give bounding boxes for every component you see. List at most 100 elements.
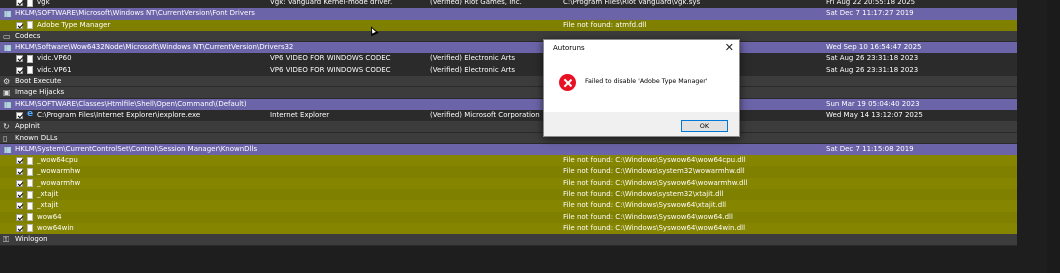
entry-description: Internet Explorer bbox=[270, 110, 330, 119]
enabled-checkbox[interactable] bbox=[16, 213, 23, 221]
category-label: Boot Execute bbox=[15, 77, 62, 86]
entry-description: VP6 VIDEO FOR WINDOWS CODEC bbox=[270, 54, 391, 63]
autorun-entry-row[interactable]: _wowarmhw File not found: C:\Windows\Sysw… bbox=[0, 177, 1017, 190]
enabled-checkbox[interactable] bbox=[16, 66, 23, 74]
autorun-entry-row[interactable]: wow64win File not found: C:\Windows\Syswo… bbox=[0, 222, 1017, 235]
file-icon bbox=[27, 156, 33, 165]
entry-name: _xtajit bbox=[37, 190, 59, 199]
autorun-entry-row[interactable]: _wow64cpu File not found: C:\Windows\Sysw… bbox=[0, 155, 1017, 167]
timestamp: Sat Aug 26 23:31:18 2023 bbox=[826, 54, 919, 63]
autorun-entry-row[interactable]: e C:\Program Files\Internet Explorer\iexp… bbox=[0, 109, 1017, 122]
autoruns-list: vgk Vgk: Vanguard Kernel-mode driver. (Ver… bbox=[0, 0, 1017, 246]
registry-key-icon: ▦ bbox=[4, 144, 12, 154]
enabled-checkbox[interactable] bbox=[16, 0, 23, 6]
file-icon bbox=[27, 190, 33, 199]
close-icon[interactable]: ✕ bbox=[725, 42, 734, 54]
category-label: AppInit bbox=[15, 122, 40, 131]
ok-button[interactable]: OK bbox=[681, 120, 728, 132]
entry-image-path: File not found: C:\Windows\system32\wowa… bbox=[563, 167, 745, 176]
registry-key-icon: ▦ bbox=[4, 9, 12, 19]
timestamp: Sat Dec 7 11:17:27 2019 bbox=[826, 9, 914, 18]
entry-name: wow64win bbox=[37, 223, 74, 232]
category-label: Known DLLs bbox=[15, 133, 58, 142]
autorun-entry-row[interactable]: _wowarmhw File not found: C:\Windows\syst… bbox=[0, 166, 1017, 178]
enabled-checkbox[interactable] bbox=[16, 179, 23, 187]
entry-name: vgk bbox=[37, 0, 50, 6]
error-dialog: Autoruns ✕ Failed to disable 'Adobe Type… bbox=[543, 39, 740, 137]
registry-key-path: HKLM\SOFTWARE\Microsoft\Windows NT\Curre… bbox=[15, 9, 255, 18]
registry-key-path: HKLM\Software\Wow6432Node\Microsoft\Wind… bbox=[15, 43, 294, 52]
entry-image-path: File not found: C:\Windows\Syswow64\xtaj… bbox=[563, 201, 727, 210]
file-icon bbox=[27, 179, 33, 188]
category-row[interactable]: ▭ Codecs bbox=[0, 30, 1017, 43]
entry-name: _wowarmhw bbox=[37, 178, 81, 187]
dialog-body: Failed to disable 'Adobe Type Manager' bbox=[544, 58, 739, 112]
file-icon bbox=[27, 0, 33, 7]
entry-description: VP6 VIDEO FOR WINDOWS CODEC bbox=[270, 65, 391, 74]
entry-description: Vgk: Vanguard Kernel-mode driver. bbox=[270, 0, 393, 6]
dialog-titlebar: Autoruns ✕ bbox=[544, 40, 739, 58]
category-row[interactable]: ▣ Image Hijacks bbox=[0, 87, 1017, 99]
image-hijacks-icon: ▣ bbox=[3, 88, 11, 98]
registry-key-row[interactable]: ▦ HKLM\System\CurrentControlSet\Control\S… bbox=[0, 143, 1017, 156]
autorun-entry-row[interactable]: _xtajit File not found: C:\Windows\system… bbox=[0, 189, 1017, 201]
autorun-entry-row[interactable]: wow64 File not found: C:\Windows\Syswow64… bbox=[0, 211, 1017, 223]
autorun-entry-row[interactable]: vidc.VP61 VP6 VIDEO FOR WINDOWS CODEC (Ver… bbox=[0, 64, 1017, 77]
vertical-scrollbar[interactable] bbox=[1047, 0, 1060, 273]
enabled-checkbox[interactable] bbox=[16, 202, 23, 210]
entry-image-path: C:\Program Files\Riot Vanguard\vgk.sys bbox=[563, 0, 701, 6]
autorun-entry-row[interactable]: _xtajit File not found: C:\Windows\Syswow… bbox=[0, 200, 1017, 212]
autorun-entry-row[interactable]: vgk Vgk: Vanguard Kernel-mode driver. (Ver… bbox=[0, 0, 1017, 9]
enabled-checkbox[interactable] bbox=[16, 157, 23, 165]
entry-image-path: File not found: C:\Windows\system32\xtaj… bbox=[563, 190, 724, 199]
enabled-checkbox[interactable] bbox=[16, 191, 23, 199]
timestamp: Fri Aug 22 20:55:18 2025 bbox=[826, 0, 916, 6]
registry-key-path: HKLM\SOFTWARE\Classes\Htmlfile\Shell\Ope… bbox=[15, 99, 247, 108]
category-row[interactable]: ⚿ Winlogon bbox=[0, 234, 1017, 246]
file-icon bbox=[27, 224, 33, 233]
timestamp: Sat Dec 7 11:15:08 2019 bbox=[826, 144, 914, 153]
category-label: Codecs bbox=[15, 31, 41, 40]
appinit-icon: ↻ bbox=[3, 122, 10, 132]
entry-publisher: (Verified) Microsoft Corporation bbox=[430, 110, 540, 119]
entry-name: Adobe Type Manager bbox=[37, 20, 111, 29]
entry-image-path: File not found: C:\Windows\Syswow64\wow6… bbox=[563, 212, 733, 221]
timestamp: Sat Aug 26 23:31:18 2023 bbox=[826, 65, 919, 74]
timestamp: Wed May 14 13:12:07 2025 bbox=[826, 110, 923, 119]
timestamp: Wed Sep 10 16:54:47 2025 bbox=[826, 43, 922, 52]
file-icon bbox=[27, 201, 33, 210]
category-row[interactable]: ▯ Known DLLs bbox=[0, 132, 1017, 144]
enabled-checkbox[interactable] bbox=[16, 168, 23, 176]
registry-key-icon: ▦ bbox=[4, 43, 12, 53]
category-label: Image Hijacks bbox=[15, 88, 65, 97]
error-icon bbox=[559, 74, 576, 91]
category-row[interactable]: ↻ AppInit bbox=[0, 121, 1017, 133]
entry-name: vidc.VP60 bbox=[37, 54, 72, 63]
category-label: Winlogon bbox=[15, 235, 48, 244]
boot-execute-icon: ⚙ bbox=[3, 77, 11, 87]
enabled-checkbox[interactable] bbox=[16, 21, 23, 29]
registry-key-row[interactable]: ▦ HKLM\Software\Wow6432Node\Microsoft\Win… bbox=[0, 42, 1017, 54]
entry-image-path: File not found: C:\Windows\Syswow64\wow6… bbox=[563, 156, 746, 165]
enabled-checkbox[interactable] bbox=[16, 111, 23, 119]
enabled-checkbox[interactable] bbox=[16, 224, 23, 232]
entry-name: C:\Program Files\Internet Explorer\iexpl… bbox=[37, 110, 201, 119]
entry-image-path: File not found: C:\Windows\Syswow64\wowa… bbox=[563, 178, 748, 187]
entry-name: _xtajit bbox=[37, 201, 59, 210]
registry-key-row[interactable]: ▦ HKLM\SOFTWARE\Microsoft\Windows NT\Curr… bbox=[0, 8, 1017, 20]
category-row[interactable]: ⚙ Boot Execute bbox=[0, 76, 1017, 88]
known-dlls-icon: ▯ bbox=[3, 133, 8, 143]
registry-key-row[interactable]: ▦ HKLM\SOFTWARE\Classes\Htmlfile\Shell\Op… bbox=[0, 98, 1017, 110]
codecs-icon: ▭ bbox=[3, 31, 11, 41]
file-icon bbox=[27, 21, 33, 30]
autorun-entry-row[interactable]: vidc.VP60 VP6 VIDEO FOR WINDOWS CODEC (Ver… bbox=[0, 53, 1017, 65]
registry-key-path: HKLM\System\CurrentControlSet\Control\Se… bbox=[15, 144, 258, 153]
file-icon bbox=[27, 54, 33, 63]
winlogon-icon: ⚿ bbox=[3, 235, 10, 245]
entry-name: _wow64cpu bbox=[37, 156, 78, 165]
entry-image-path: File not found: atmfd.dll bbox=[563, 20, 647, 29]
dialog-title: Autoruns bbox=[553, 44, 585, 52]
enabled-checkbox[interactable] bbox=[16, 55, 23, 63]
entry-image-path: File not found: C:\Windows\Syswow64\wow6… bbox=[563, 223, 746, 232]
autorun-entry-row[interactable]: Adobe Type Manager File not found: atmfd.… bbox=[0, 19, 1017, 31]
